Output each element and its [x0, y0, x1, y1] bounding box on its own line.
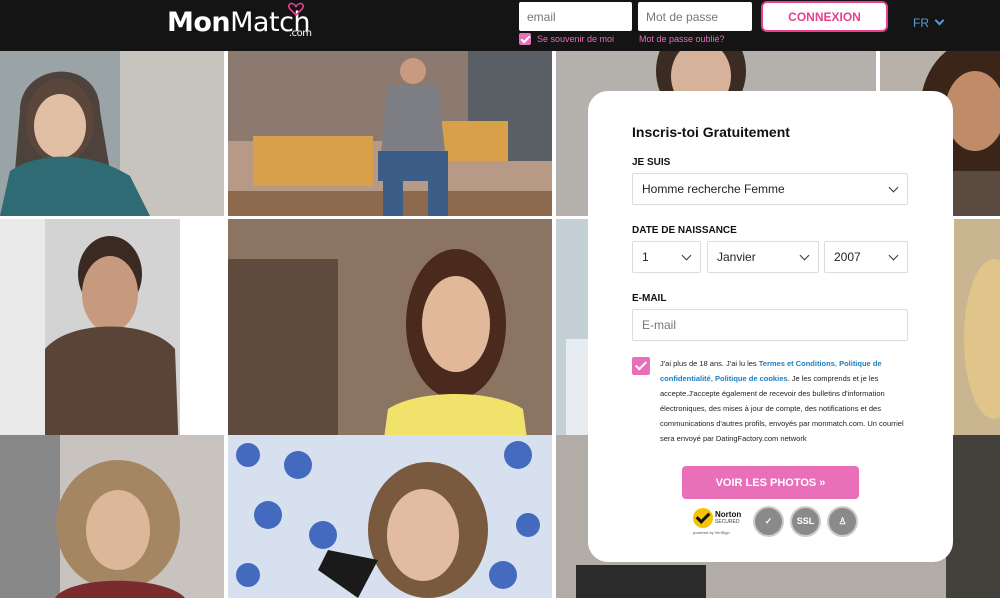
logo-suffix: .com	[289, 28, 312, 39]
language-label: FR	[913, 16, 929, 30]
birth-month-value: Janvier	[717, 250, 756, 264]
birth-year-value: 2007	[834, 250, 861, 264]
terms-part: . Je les comprends et je les accepte.J'a…	[660, 374, 904, 443]
signup-title: Inscris-toi Gratuitement	[632, 124, 790, 140]
remember-label: Se souvenir de moi	[537, 34, 615, 44]
chevron-down-icon	[888, 182, 899, 193]
terms-checkbox[interactable]	[632, 357, 650, 375]
remember-me[interactable]: Se souvenir de moi	[519, 33, 614, 45]
ssl-label: SSL	[796, 516, 815, 526]
profile-photo	[0, 51, 224, 216]
login-button[interactable]: CONNEXION	[761, 1, 888, 32]
i-am-select[interactable]: Homme recherche Femme	[632, 173, 908, 205]
chevron-down-icon	[888, 250, 899, 261]
birth-day-select[interactable]: 1	[632, 241, 701, 273]
profile-photo	[0, 435, 224, 598]
signup-card: Inscris-toi Gratuitement JE SUIS Homme r…	[588, 91, 953, 562]
checkmark-icon	[693, 508, 713, 528]
chevron-down-icon	[934, 15, 945, 26]
profile-photo	[228, 51, 552, 216]
language-selector[interactable]: FR	[913, 15, 945, 30]
forgot-password-link[interactable]: Mot de passe oublié?	[639, 34, 725, 44]
birth-day-value: 1	[642, 250, 649, 264]
people-seal-icon: ♙	[827, 505, 858, 537]
norton-sub: SECURED	[715, 519, 740, 525]
view-photos-button[interactable]: VOIR LES PHOTOS »	[682, 466, 859, 499]
email-input[interactable]	[519, 2, 632, 31]
terms-part: J'ai plus de 18 ans. J'ai lu les	[660, 359, 759, 368]
i-am-label: JE SUIS	[632, 157, 671, 168]
cookies-link[interactable]: Politique de cookies	[715, 374, 788, 383]
logo-text-bold: Mon	[167, 7, 231, 38]
norton-badge: Norton SECURED powered by VeriSign	[691, 505, 747, 537]
norton-powered: powered by VeriSign	[693, 530, 730, 535]
norton-title: Norton	[715, 510, 742, 519]
security-badges: Norton SECURED powered by VeriSign ✓ SSL…	[691, 505, 858, 537]
i-am-value: Homme recherche Femme	[642, 182, 785, 196]
remember-checkbox[interactable]	[519, 33, 531, 45]
chevron-down-icon	[681, 250, 692, 261]
ssl-seal: SSL	[790, 505, 821, 537]
chevron-down-icon	[799, 250, 810, 261]
top-bar: MonMatch .com CONNEXION Se souvenir de m…	[0, 0, 1000, 51]
password-input[interactable]	[638, 2, 752, 31]
terms-link[interactable]: Termes et Conditions	[759, 359, 835, 368]
birth-year-select[interactable]: 2007	[824, 241, 908, 273]
birth-month-select[interactable]: Janvier	[707, 241, 819, 273]
email-label: E-MAIL	[632, 293, 667, 304]
birthdate-label: DATE DE NAISSANCE	[632, 225, 737, 236]
signup-email-field[interactable]	[632, 309, 908, 341]
checkmark-seal-icon: ✓	[753, 505, 784, 537]
logo[interactable]: MonMatch .com	[167, 2, 312, 39]
terms-text: J'ai plus de 18 ans. J'ai lu les Termes …	[660, 356, 912, 446]
heart-icon	[288, 2, 304, 16]
profile-photo	[228, 435, 552, 598]
